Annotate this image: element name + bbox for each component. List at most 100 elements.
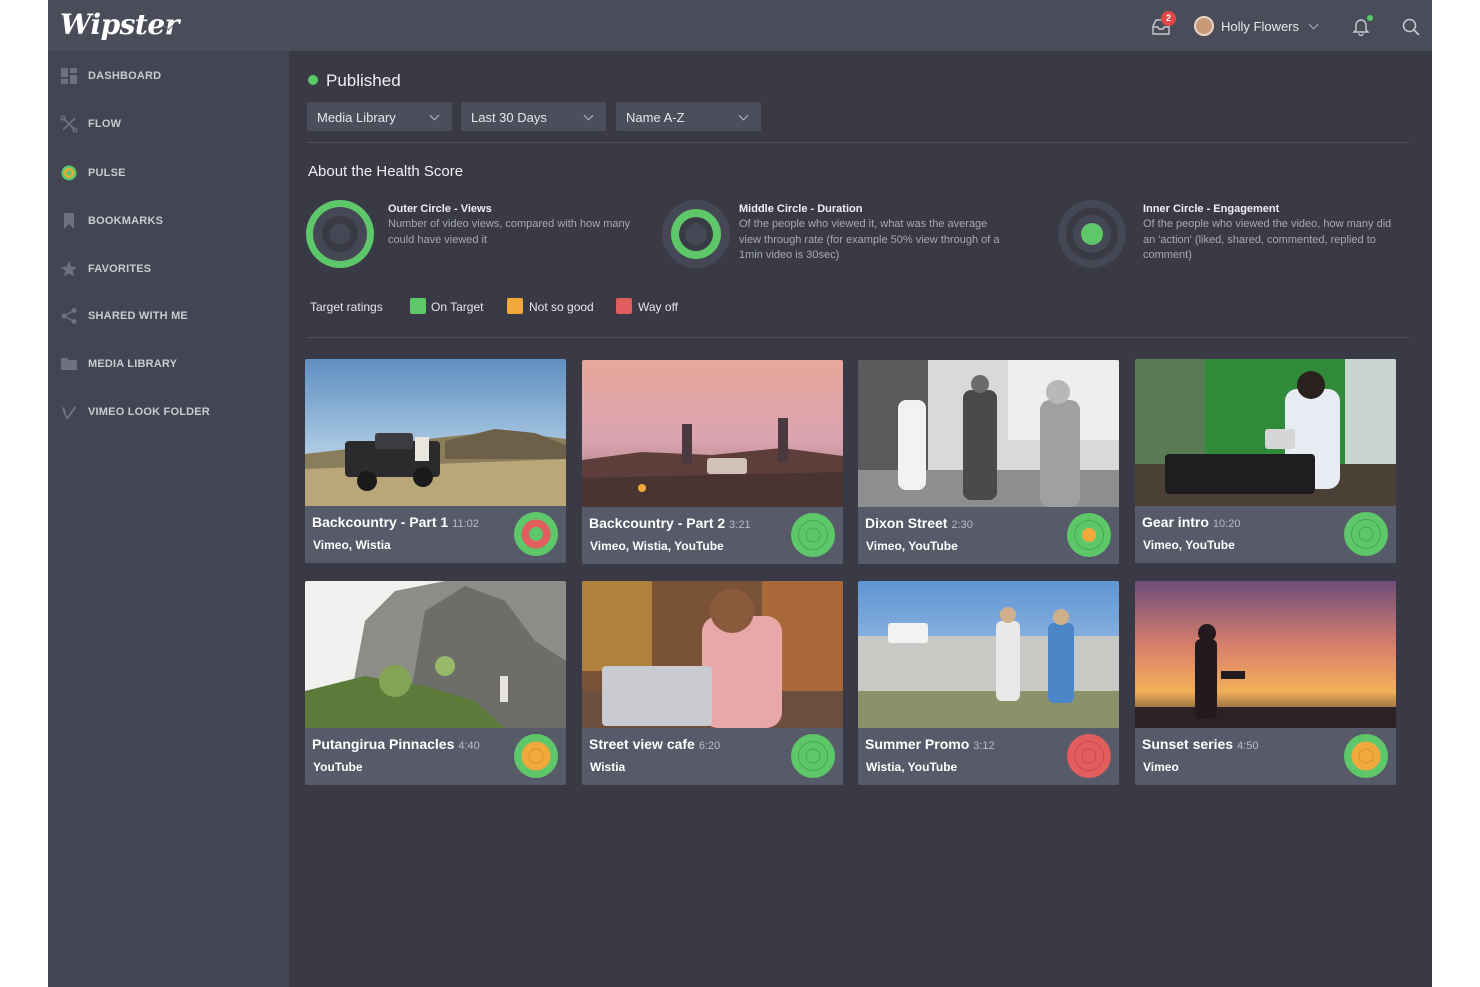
video-thumbnail[interactable] bbox=[582, 581, 843, 728]
health-item-title: Outer Circle - Views bbox=[388, 203, 492, 215]
legend-label: Way off bbox=[638, 300, 679, 314]
chevron-down-icon bbox=[738, 110, 749, 121]
video-thumbnail[interactable] bbox=[582, 360, 843, 507]
video-duration: 11:02 bbox=[452, 518, 479, 530]
share-icon bbox=[61, 308, 77, 324]
video-title[interactable]: Summer Promo 3:12 bbox=[865, 736, 995, 752]
video-title[interactable]: Dixon Street 2:30 bbox=[865, 515, 973, 531]
outer-circle-diagram bbox=[306, 200, 374, 268]
video-card[interactable]: Putangirua Pinnacles 4:40 YouTube bbox=[305, 581, 566, 785]
chevron-down-icon bbox=[429, 110, 440, 121]
health-score-indicator[interactable] bbox=[514, 512, 558, 556]
sidebar-item-label: DASHBOARD bbox=[88, 70, 162, 82]
video-thumbnail[interactable] bbox=[858, 581, 1119, 728]
video-title-text: Putangirua Pinnacles bbox=[312, 736, 455, 752]
sidebar-item-pulse[interactable]: PULSE bbox=[48, 158, 289, 188]
sidebar-item-flow[interactable]: FLOW bbox=[48, 109, 289, 139]
vimeo-icon bbox=[62, 406, 76, 419]
sidebar-item-label: FAVORITES bbox=[88, 263, 152, 275]
health-score-indicator[interactable] bbox=[791, 734, 835, 778]
video-card[interactable]: Backcountry - Part 1 11:02 Vimeo, Wistia bbox=[305, 359, 566, 563]
video-platforms: Wistia, YouTube bbox=[866, 760, 958, 774]
video-thumbnail[interactable] bbox=[305, 581, 566, 728]
video-duration: 10:20 bbox=[1212, 518, 1241, 530]
health-item-title: Middle Circle - Duration bbox=[739, 203, 863, 215]
video-title[interactable]: Backcountry - Part 1 11:02 bbox=[312, 514, 479, 530]
video-platforms: Vimeo, Wistia, YouTube bbox=[590, 539, 724, 553]
video-title-text: Sunset series bbox=[1142, 736, 1234, 752]
sidebar-item-dashboard[interactable]: DASHBOARD bbox=[48, 61, 289, 91]
video-title[interactable]: Putangirua Pinnacles 4:40 bbox=[312, 736, 480, 752]
video-title-text: Summer Promo bbox=[865, 736, 970, 752]
video-thumbnail[interactable] bbox=[1135, 359, 1396, 506]
video-platforms: Wistia bbox=[590, 760, 626, 774]
video-thumbnail[interactable] bbox=[305, 359, 566, 506]
health-score-indicator[interactable] bbox=[1067, 734, 1111, 778]
not-so-good-swatch bbox=[507, 298, 523, 314]
filter-sort-select[interactable]: Name A-Z bbox=[616, 102, 761, 131]
health-score-indicator[interactable] bbox=[1344, 734, 1388, 778]
page-title: Published bbox=[326, 71, 401, 90]
video-title[interactable]: Gear intro 10:20 bbox=[1142, 514, 1240, 530]
chevron-down-icon bbox=[583, 110, 594, 121]
flow-icon bbox=[60, 115, 78, 133]
video-title[interactable]: Backcountry - Part 2 3:21 bbox=[589, 515, 751, 531]
pulse-icon bbox=[61, 165, 77, 181]
filter-date-range-select[interactable]: Last 30 Days bbox=[461, 102, 606, 131]
video-card[interactable]: Gear intro 10:20 Vimeo, YouTube bbox=[1135, 359, 1396, 563]
sidebar-item-bookmarks[interactable]: BOOKMARKS bbox=[48, 206, 289, 236]
inner-circle-diagram bbox=[1058, 200, 1126, 268]
video-card[interactable]: Backcountry - Part 2 3:21 Vimeo, Wistia, … bbox=[582, 360, 843, 564]
divider bbox=[307, 337, 1409, 338]
video-platforms: YouTube bbox=[313, 760, 363, 774]
health-score-indicator[interactable] bbox=[1344, 512, 1388, 556]
section-title: About the Health Score bbox=[308, 163, 464, 180]
health-score-indicator[interactable] bbox=[1067, 513, 1111, 557]
health-item-description: Of the people who viewed it, what was th… bbox=[739, 218, 1000, 261]
video-duration: 4:50 bbox=[1237, 740, 1259, 752]
search-icon[interactable] bbox=[1401, 17, 1421, 37]
video-card[interactable]: Sunset series 4:50 Vimeo bbox=[1135, 581, 1396, 785]
filter-library-select[interactable]: Media Library bbox=[307, 102, 452, 131]
sidebar-item-label: VIMEO LOOK FOLDER bbox=[88, 406, 210, 418]
app-window: Wipster 2 Holly Flowers DASHBOARD FLOW P… bbox=[48, 0, 1432, 987]
sidebar-item-vimeo-look-folder[interactable]: VIMEO LOOK FOLDER bbox=[48, 397, 289, 427]
health-score-indicator[interactable] bbox=[791, 513, 835, 557]
status-dot bbox=[308, 75, 318, 85]
video-title[interactable]: Street view cafe 6:20 bbox=[589, 736, 720, 752]
video-title-text: Backcountry - Part 2 bbox=[589, 515, 726, 531]
video-duration: 3:12 bbox=[973, 740, 995, 752]
sidebar-item-label: SHARED WITH ME bbox=[88, 310, 188, 322]
video-title-text: Dixon Street bbox=[865, 515, 948, 531]
video-card[interactable]: Dixon Street 2:30 Vimeo, YouTube bbox=[858, 360, 1119, 564]
dashboard-icon bbox=[61, 68, 77, 84]
filter-value: Last 30 Days bbox=[471, 110, 547, 125]
sidebar-item-media-library[interactable]: MEDIA LIBRARY bbox=[48, 349, 289, 379]
health-item-title: Inner Circle - Engagement bbox=[1143, 203, 1280, 215]
video-platforms: Vimeo bbox=[1143, 760, 1179, 774]
health-item-description: Number of video views, compared with how… bbox=[388, 218, 631, 246]
chevron-down-icon[interactable] bbox=[1308, 19, 1319, 30]
video-duration: 4:40 bbox=[458, 740, 480, 752]
video-title[interactable]: Sunset series 4:50 bbox=[1142, 736, 1258, 752]
divider bbox=[307, 142, 1409, 143]
sidebar-item-shared-with-me[interactable]: SHARED WITH ME bbox=[48, 301, 289, 331]
video-thumbnail[interactable] bbox=[858, 360, 1119, 507]
health-score-indicator[interactable] bbox=[514, 734, 558, 778]
video-duration: 3:21 bbox=[729, 519, 751, 531]
sidebar-item-label: FLOW bbox=[88, 118, 122, 130]
user-name[interactable]: Holly Flowers bbox=[1221, 19, 1299, 34]
avatar[interactable] bbox=[1194, 16, 1214, 36]
video-platforms: Vimeo, Wistia bbox=[313, 538, 391, 552]
sidebar-item-label: BOOKMARKS bbox=[88, 215, 164, 227]
wipster-logo[interactable]: Wipster bbox=[60, 8, 179, 41]
video-title-text: Gear intro bbox=[1142, 514, 1209, 530]
video-card[interactable]: Street view cafe 6:20 Wistia bbox=[582, 581, 843, 785]
sidebar: DASHBOARD FLOW PULSE BOOKMARKS FAVORITES… bbox=[48, 51, 289, 987]
sidebar-item-favorites[interactable]: FAVORITES bbox=[48, 254, 289, 284]
video-duration: 6:20 bbox=[698, 740, 721, 752]
middle-circle-diagram bbox=[662, 200, 730, 268]
video-thumbnail[interactable] bbox=[1135, 581, 1396, 728]
health-item-description: Of the people who viewed the video, how … bbox=[1143, 218, 1392, 261]
video-card[interactable]: Summer Promo 3:12 Wistia, YouTube bbox=[858, 581, 1119, 785]
